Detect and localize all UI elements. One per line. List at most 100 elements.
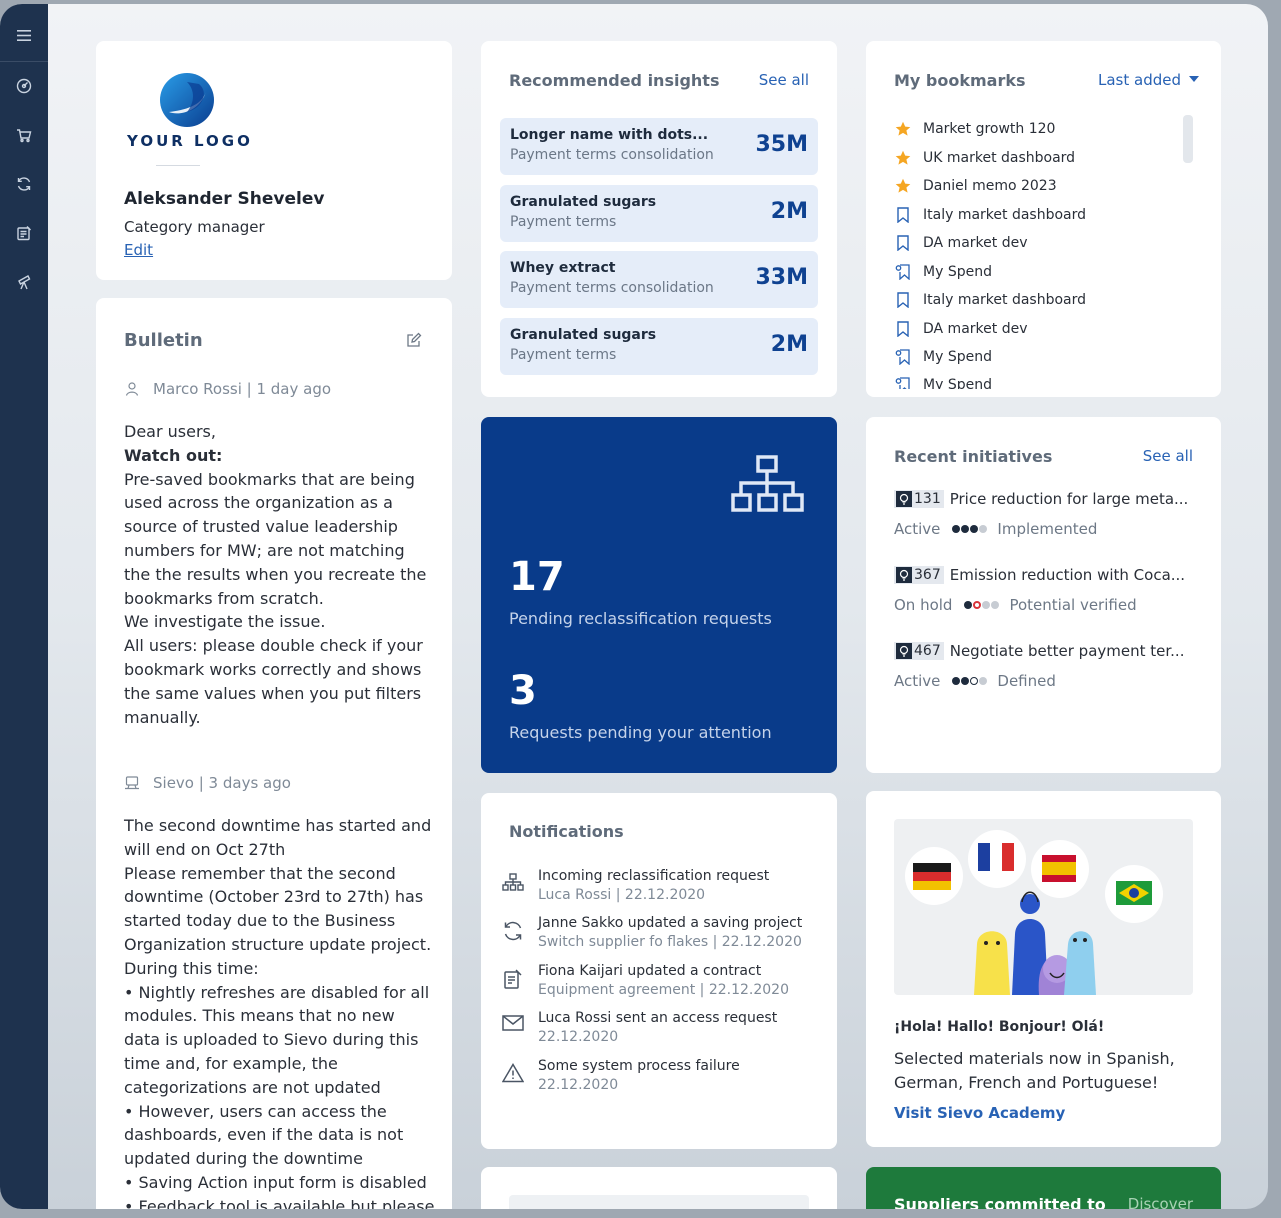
bottom-card (481, 1167, 837, 1209)
progress-dots (964, 601, 1000, 609)
initiative-stage: Potential verified (1009, 596, 1137, 614)
post-line: dashboards, even if the data is not (124, 1125, 404, 1145)
initiative-number: 367 (914, 567, 941, 583)
insights-see-all-link[interactable]: See all (759, 71, 809, 89)
logo-text: YOUR LOGO (127, 132, 253, 150)
post-line: The second downtime has started and (124, 816, 432, 835)
notification-item[interactable]: Luca Rossi sent an access request 22.12.2… (500, 1009, 777, 1047)
bulletin-title: Bulletin (124, 330, 203, 351)
visit-academy-link[interactable]: Visit Sievo Academy (894, 1104, 1065, 1122)
initiative-number: 467 (914, 643, 941, 659)
insight-subtitle: Payment terms consolidation (510, 147, 714, 163)
bookmark-item[interactable]: My Spend (894, 346, 992, 368)
initiative-stage: Defined (997, 672, 1056, 690)
notification-text: Incoming reclassification request (538, 868, 770, 884)
insight-item[interactable]: Whey extract Payment terms consolidation… (500, 251, 818, 308)
notification-item[interactable]: Incoming reclassification request Luca Ro… (500, 867, 769, 905)
computer-icon (124, 775, 142, 791)
bookmark-icon (894, 206, 912, 224)
bookmark-label: My Spend (923, 377, 992, 389)
insights-title: Recommended insights (509, 71, 720, 90)
bookmark-item[interactable]: DA market dev (894, 232, 1027, 254)
bookmark-item[interactable]: Daniel memo 2023 (894, 175, 1057, 197)
initiative-item[interactable]: 367 Emission reduction with Coca... (894, 566, 1199, 584)
insight-value: 2M (770, 332, 808, 357)
sync-icon[interactable] (14, 174, 34, 194)
initiative-id: 467 (894, 642, 944, 660)
sort-label: Last added (1098, 71, 1181, 89)
notification-meta: Switch supplier fo flakes | 22.12.2020 (538, 934, 802, 950)
dashboard-icon[interactable] (14, 76, 34, 96)
company-logo (159, 72, 215, 128)
bookmarks-scrollbar[interactable] (1183, 115, 1193, 163)
initiative-status-row: Active Defined (894, 672, 1056, 690)
initiative-stage: Implemented (997, 520, 1098, 538)
reclassification-card[interactable]: 17 Pending reclassification requests 3 R… (481, 417, 837, 773)
pending-reclass-label: Pending reclassification requests (509, 609, 772, 628)
mail-icon (500, 1015, 526, 1041)
bookmark-item[interactable]: DA market dev (894, 318, 1027, 340)
insight-title: Granulated sugars (510, 194, 657, 210)
notification-text: Luca Rossi sent an access request (538, 1010, 778, 1026)
bookmark-item[interactable]: Italy market dashboard (894, 289, 1086, 311)
notification-item[interactable]: Janne Sakko updated a saving project Swit… (500, 914, 802, 952)
bookmark-item[interactable]: UK market dashboard (894, 147, 1075, 169)
bookmarks-list: Market growth 120 UK market dashboard Da… (866, 115, 1186, 389)
post-line: Please remember that the second (124, 863, 396, 883)
initiatives-title: Recent initiatives (894, 447, 1053, 466)
initiative-status-row: Active Implemented (894, 520, 1097, 538)
post-line: modules. This means that no new (124, 1006, 395, 1026)
post-body: Dear users, Watch out: Pre-saved bookmar… (124, 420, 434, 729)
insight-item[interactable]: Granulated sugars Payment terms 2M (500, 185, 818, 242)
bookmark-label: Italy market dashboard (923, 207, 1087, 223)
hierarchy-icon (500, 873, 526, 899)
cart-icon[interactable] (14, 125, 34, 145)
post-line: source of trusted value leadership (124, 517, 398, 537)
notification-item[interactable]: Fiona Kaijari updated a contract Equipmen… (500, 962, 789, 1000)
suppliers-discover-link[interactable]: Discover (1128, 1195, 1193, 1209)
edit-icon[interactable] (406, 332, 424, 350)
lightbulb-icon (896, 643, 912, 659)
bookmark-item[interactable]: Market growth 120 (894, 118, 1055, 140)
bookmark-item[interactable]: Italy market dashboard (894, 204, 1086, 226)
star-icon (894, 149, 912, 167)
initiative-item[interactable]: 131 Price reduction for large meta... (894, 490, 1199, 508)
academy-text: Selected materials now in Spanish, Germa… (894, 1047, 1175, 1095)
bookmark-item[interactable]: My Spend (894, 261, 992, 283)
post-author-meta: Marco Rossi | 1 day ago (153, 380, 332, 398)
shared-bookmark-icon (894, 376, 912, 389)
initiative-item[interactable]: 467 Negotiate better payment ter... (894, 642, 1199, 660)
contract-icon[interactable] (14, 223, 34, 243)
menu-icon[interactable] (14, 25, 34, 45)
post-line: • However, users can access the (124, 1101, 387, 1121)
bookmarks-sort-dropdown[interactable]: Last added (1098, 71, 1199, 89)
notification-item[interactable]: Some system process failure 22.12.2020 (500, 1057, 740, 1095)
post-line: We investigate the issue. (124, 612, 326, 632)
bookmark-label: DA market dev (923, 321, 1028, 337)
bookmark-label: My Spend (923, 349, 992, 365)
initiative-status-row: On hold Potential verified (894, 596, 1137, 614)
insight-item[interactable]: Longer name with dots... Payment terms c… (500, 118, 818, 175)
insight-title: Granulated sugars (510, 327, 657, 343)
notifications-card: Notifications Incoming reclassification … (481, 793, 837, 1149)
bookmark-item[interactable]: My Spend (894, 374, 992, 389)
pending-attention-label: Requests pending your attention (509, 723, 772, 742)
post-line: categorizations are not updated (124, 1077, 381, 1097)
post-author-row: Sievo | 3 days ago (124, 774, 291, 792)
edit-profile-link[interactable]: Edit (124, 241, 153, 259)
initiatives-see-all-link[interactable]: See all (1143, 447, 1193, 465)
insight-item[interactable]: Granulated sugars Payment terms 2M (500, 318, 818, 375)
notifications-title: Notifications (509, 822, 624, 841)
bookmark-label: My Spend (923, 264, 992, 280)
contract-icon (500, 968, 526, 994)
initiative-title: Negotiate better payment ter... (949, 642, 1185, 660)
bookmark-icon (894, 320, 912, 338)
insight-title: Longer name with dots... (510, 127, 709, 143)
refresh-icon (500, 920, 526, 946)
lightbulb-icon (896, 491, 912, 507)
telescope-icon[interactable] (14, 272, 34, 292)
initiative-title: Emission reduction with Coca... (949, 566, 1186, 584)
bookmark-label: UK market dashboard (923, 150, 1076, 166)
initiatives-card: Recent initiatives See all 131 Price red… (866, 417, 1221, 773)
user-icon (124, 381, 142, 397)
